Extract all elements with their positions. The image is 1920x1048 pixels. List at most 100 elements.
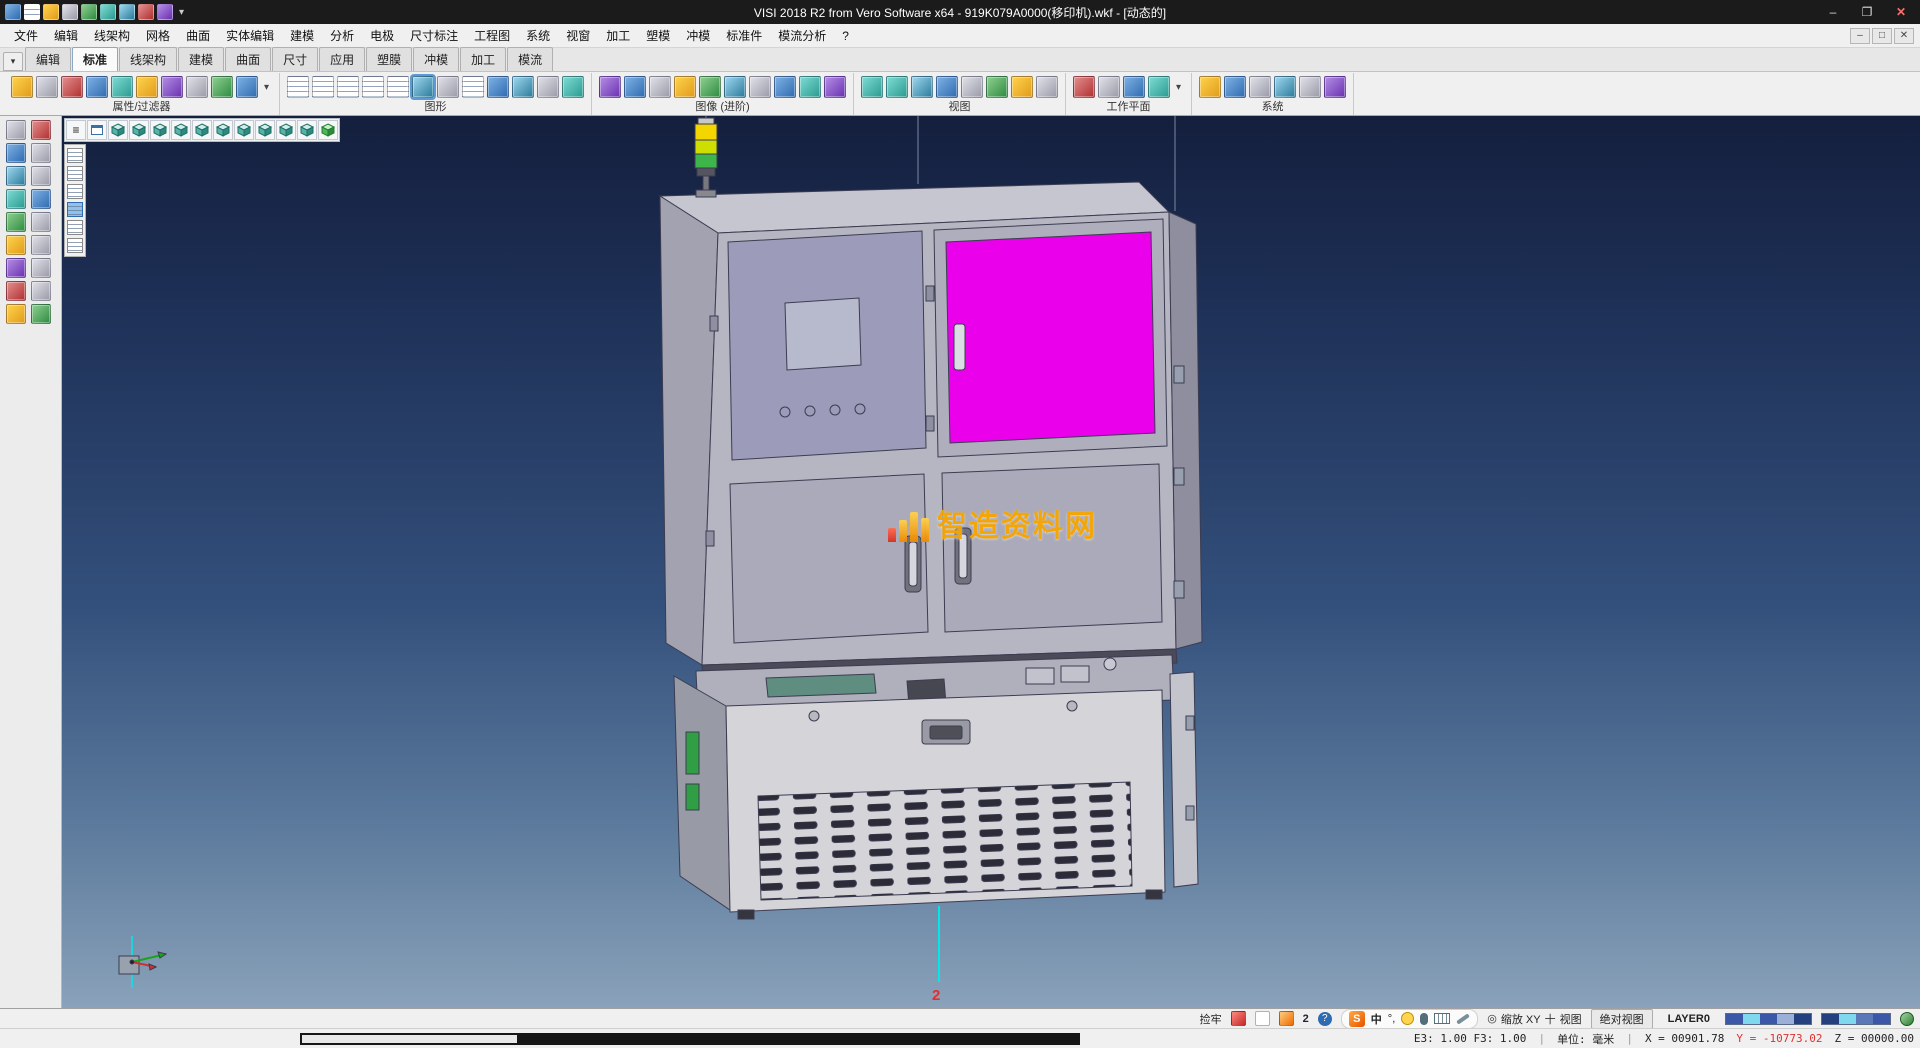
layer-manager-icon[interactable] <box>136 76 158 98</box>
workplane-3point-icon[interactable] <box>1098 76 1120 98</box>
scrollbar-thumb[interactable] <box>302 1035 517 1043</box>
light-icon[interactable] <box>724 76 746 98</box>
tab-dropdown-icon[interactable]: ▾ <box>3 52 23 71</box>
menu-file[interactable]: 文件 <box>6 24 46 47</box>
3d-viewport[interactable]: ≡ <box>62 116 1920 1008</box>
doc-restore-button[interactable]: □ <box>1872 28 1892 44</box>
refresh-view-icon[interactable] <box>1011 76 1033 98</box>
zoom-window-icon[interactable] <box>512 76 534 98</box>
filter-icon[interactable] <box>86 76 108 98</box>
tab-flow[interactable]: 模流 <box>507 47 553 71</box>
line-icon[interactable] <box>31 258 51 278</box>
tab-die[interactable]: 冲模 <box>413 47 459 71</box>
units-label[interactable]: 单位: 毫米 <box>1557 1031 1614 1047</box>
workplane-xy-icon[interactable] <box>1073 76 1095 98</box>
selection-filter-icon[interactable] <box>111 76 133 98</box>
zoom-in-icon[interactable] <box>886 76 908 98</box>
delete-icon[interactable] <box>61 76 83 98</box>
emoji-icon[interactable] <box>1401 1012 1414 1025</box>
export-icon[interactable] <box>100 4 116 20</box>
tab-mold[interactable]: 塑膜 <box>366 47 412 71</box>
grid-settings-icon[interactable] <box>1299 76 1321 98</box>
snap-flag-icon[interactable] <box>1231 1011 1246 1026</box>
lock-mode-label[interactable]: 捡牢 <box>1200 1011 1222 1027</box>
sync-status-icon[interactable] <box>1900 1012 1914 1026</box>
menu-mold[interactable]: 塑模 <box>638 24 678 47</box>
perspective-icon[interactable] <box>1324 76 1346 98</box>
offset-icon[interactable] <box>6 212 26 232</box>
zoom-target-icon[interactable]: ◎ <box>1487 1012 1497 1025</box>
menu-machining[interactable]: 加工 <box>598 24 638 47</box>
screenshot-icon[interactable] <box>824 76 846 98</box>
zoom-window-icon[interactable] <box>6 143 26 163</box>
ime-settings-icon[interactable] <box>1456 1013 1470 1024</box>
menu-wireframe[interactable]: 线架构 <box>86 24 138 47</box>
menu-surface[interactable]: 曲面 <box>178 24 218 47</box>
menu-dimension[interactable]: 尺寸标注 <box>402 24 466 47</box>
absolute-view-button[interactable]: 绝对视图 <box>1591 1009 1653 1029</box>
mid-right-door[interactable] <box>942 464 1162 632</box>
control-screen[interactable] <box>785 298 861 370</box>
measure-icon[interactable] <box>6 235 26 255</box>
zoom-xy-label[interactable]: 缩放 XY <box>1501 1011 1541 1027</box>
background-icon[interactable] <box>774 76 796 98</box>
zoom-extents-icon[interactable] <box>936 76 958 98</box>
arc-icon[interactable] <box>6 281 26 301</box>
doc-minimize-button[interactable]: – <box>1850 28 1870 44</box>
gallery-icon[interactable] <box>624 76 646 98</box>
window-layout-icon-1[interactable] <box>287 76 309 98</box>
tab-machining[interactable]: 加工 <box>460 47 506 71</box>
layer-color-bar-1[interactable] <box>1725 1013 1812 1025</box>
menu-die[interactable]: 冲模 <box>678 24 718 47</box>
paint-bucket-icon[interactable] <box>31 304 51 324</box>
ime-logo-icon[interactable]: S <box>1349 1011 1365 1027</box>
menu-standard-parts[interactable]: 标准件 <box>718 24 770 47</box>
hatch-icon[interactable] <box>6 304 26 324</box>
window-layout-icon-2[interactable] <box>312 76 334 98</box>
maximize-button[interactable]: ❐ <box>1850 1 1884 23</box>
menu-electrode[interactable]: 电极 <box>362 24 402 47</box>
workplane-view-icon[interactable] <box>1123 76 1145 98</box>
wireframe-mode-icon[interactable] <box>437 76 459 98</box>
menu-solid-edit[interactable]: 实体编辑 <box>218 24 282 47</box>
previous-view-icon[interactable] <box>562 76 584 98</box>
hidden-line-icon[interactable] <box>462 76 484 98</box>
minimize-button[interactable]: – <box>1816 1 1850 23</box>
menu-system[interactable]: 系统 <box>518 24 558 47</box>
select-icon[interactable] <box>6 120 26 140</box>
trim-icon[interactable] <box>31 212 51 232</box>
material-icon[interactable] <box>699 76 721 98</box>
monitor-icon[interactable] <box>1224 76 1246 98</box>
shield-icon[interactable] <box>1279 1011 1294 1026</box>
mid-left-door[interactable] <box>730 474 928 643</box>
ime-punct-toggle[interactable]: °, <box>1388 1013 1395 1025</box>
microphone-icon[interactable] <box>1420 1013 1428 1025</box>
tab-application[interactable]: 应用 <box>319 47 365 71</box>
color-icon[interactable] <box>161 76 183 98</box>
undo-icon[interactable] <box>138 4 154 20</box>
workplane-dropdown-icon[interactable]: ▾ <box>1173 82 1184 93</box>
image-capture-icon[interactable] <box>599 76 621 98</box>
print-icon[interactable] <box>119 4 135 20</box>
window-layout-icon-5[interactable] <box>387 76 409 98</box>
tab-dimension[interactable]: 尺寸 <box>272 47 318 71</box>
color-palette-icon[interactable] <box>1199 76 1221 98</box>
window-layout-icon-4[interactable] <box>362 76 384 98</box>
view-iso-icon[interactable] <box>986 76 1008 98</box>
copy-icon[interactable] <box>31 166 51 186</box>
tab-edit[interactable]: 编辑 <box>25 47 71 71</box>
scissors-icon[interactable] <box>31 143 51 163</box>
horizontal-scrollbar[interactable] <box>300 1033 1080 1045</box>
pan-icon[interactable] <box>537 76 559 98</box>
signal-tower-light[interactable] <box>695 118 717 197</box>
current-layer-label[interactable]: LAYER0 <box>1662 1012 1716 1026</box>
fillet-icon[interactable] <box>31 281 51 301</box>
menu-drawing[interactable]: 工程图 <box>466 24 518 47</box>
ime-mode-toggle[interactable]: 中 <box>1371 1011 1382 1027</box>
note-icon[interactable] <box>1255 1011 1270 1026</box>
tab-standard[interactable]: 标准 <box>72 47 118 71</box>
advanced-render-icon[interactable] <box>799 76 821 98</box>
linetype-icon[interactable] <box>186 76 208 98</box>
dimension-icon[interactable] <box>31 235 51 255</box>
layer-color-bar-2[interactable] <box>1821 1013 1891 1025</box>
